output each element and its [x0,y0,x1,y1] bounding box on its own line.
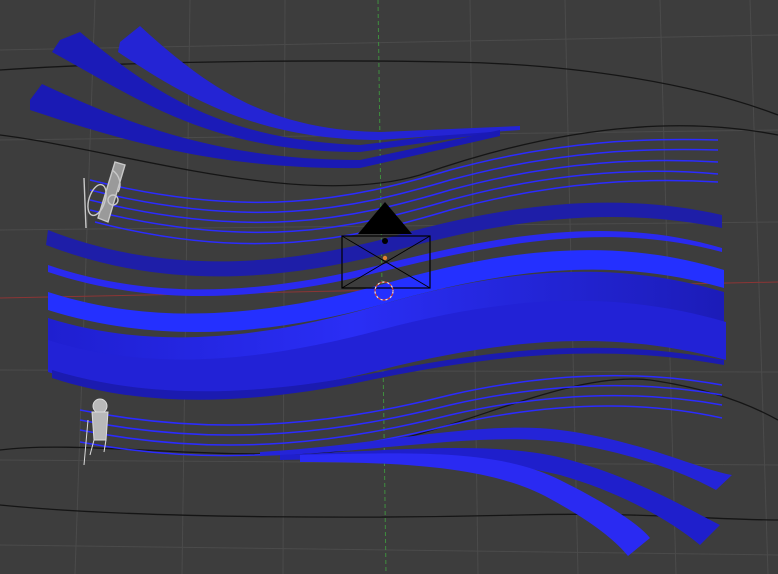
viewport-canvas[interactable] [0,0,778,574]
3d-viewport[interactable] [0,0,778,574]
